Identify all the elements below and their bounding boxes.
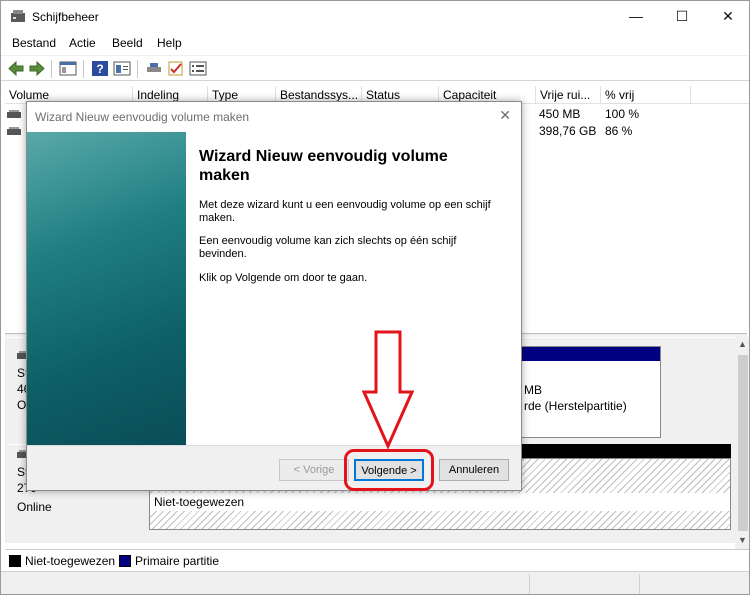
svg-text:?: ?	[96, 62, 103, 76]
partition-description: rde (Herstelpartitie)	[524, 399, 627, 413]
menu-bar: Bestand Actie Beeld Help	[1, 32, 749, 54]
volume-drive-icon	[7, 127, 21, 135]
column-percent-vrij[interactable]: % vrij	[601, 86, 691, 104]
maximize-button[interactable]: ☐	[659, 1, 705, 32]
back-icon[interactable]	[7, 60, 25, 77]
forward-icon[interactable]	[28, 60, 46, 77]
legend-unallocated: Niet-toegewezen	[25, 554, 116, 568]
unallocated-swatch	[9, 555, 21, 567]
scroll-up-icon[interactable]: ▲	[738, 339, 747, 349]
disk-status: Online	[17, 500, 52, 514]
wizard-paragraph-1: Met deze wizard kunt u een eenvoudig vol…	[199, 199, 491, 224]
free-space-cell: 450 MB	[539, 107, 581, 121]
partition-size: MB	[524, 383, 542, 397]
wizard-title-bar: Wizard Nieuw eenvoudig volume maken ✕	[27, 102, 521, 132]
wizard-close-icon[interactable]: ✕	[499, 107, 511, 124]
toolbar-divider	[83, 60, 84, 78]
close-button[interactable]: ✕	[705, 1, 749, 32]
volume-drive-icon	[7, 110, 21, 118]
wizard-window-title: Wizard Nieuw eenvoudig volume maken	[35, 110, 250, 124]
menu-bestand[interactable]: Bestand	[12, 36, 56, 50]
menu-beeld[interactable]: Beeld	[112, 36, 143, 50]
check-icon[interactable]	[167, 60, 185, 77]
wizard-footer-divider	[27, 445, 521, 446]
new-simple-volume-wizard: Wizard Nieuw eenvoudig volume maken ✕ Wi…	[26, 101, 522, 491]
connect-icon[interactable]	[145, 60, 163, 77]
scroll-down-icon[interactable]: ▼	[738, 535, 747, 545]
toolbar: ?	[1, 55, 749, 81]
list-icon[interactable]	[189, 60, 207, 77]
menu-actie[interactable]: Actie	[69, 36, 96, 50]
menu-help[interactable]: Help	[157, 36, 182, 50]
free-space-cell: 398,76 GB	[539, 124, 597, 138]
toolbar-divider	[137, 60, 138, 78]
properties-icon[interactable]	[113, 60, 131, 77]
annotation-arrow-icon	[362, 330, 414, 450]
console-tree-icon[interactable]	[59, 60, 77, 77]
wizard-paragraph-2: Een eenvoudig volume kan zich slechts op…	[199, 235, 457, 260]
minimize-button[interactable]: —	[613, 1, 659, 32]
status-pane	[529, 574, 639, 594]
legend-primary-partition: Primaire partitie	[135, 554, 220, 568]
help-icon[interactable]: ?	[91, 60, 109, 77]
wizard-content: Wizard Nieuw eenvoudig volume maken Met …	[186, 132, 521, 445]
unallocated-label: Niet-toegewezen	[154, 495, 248, 509]
status-bar	[1, 571, 749, 594]
percent-free-cell: 100 %	[605, 107, 640, 121]
wizard-side-banner	[27, 132, 186, 445]
wizard-paragraph-3: Klik op Volgende om door te gaan.	[199, 272, 368, 284]
scroll-thumb[interactable]	[738, 355, 748, 531]
hatch-pattern	[150, 511, 730, 529]
partition-block[interactable]: MB rde (Herstelpartitie)	[519, 346, 661, 438]
cancel-button[interactable]: Annuleren	[439, 459, 509, 481]
primary-partition-bar	[520, 347, 660, 361]
back-button[interactable]: < Vorige	[279, 459, 349, 481]
percent-free-cell: 86 %	[605, 124, 633, 138]
annotation-highlight-ring	[344, 449, 434, 491]
disk-management-icon	[11, 10, 25, 22]
title-bar: Schijfbeheer — ☐ ✕	[1, 1, 749, 32]
window-title: Schijfbeheer	[32, 10, 99, 24]
wizard-heading: Wizard Nieuw eenvoudig volume maken	[199, 148, 448, 184]
legend-bar: Niet-toegewezen Primaire partitie	[5, 549, 749, 571]
status-pane	[639, 574, 749, 594]
primary-partition-swatch	[119, 555, 131, 567]
toolbar-divider	[51, 60, 52, 78]
column-vrije-ruimte[interactable]: Vrije rui...	[536, 86, 601, 104]
vertical-scrollbar[interactable]: ▲ ▼	[735, 337, 749, 549]
